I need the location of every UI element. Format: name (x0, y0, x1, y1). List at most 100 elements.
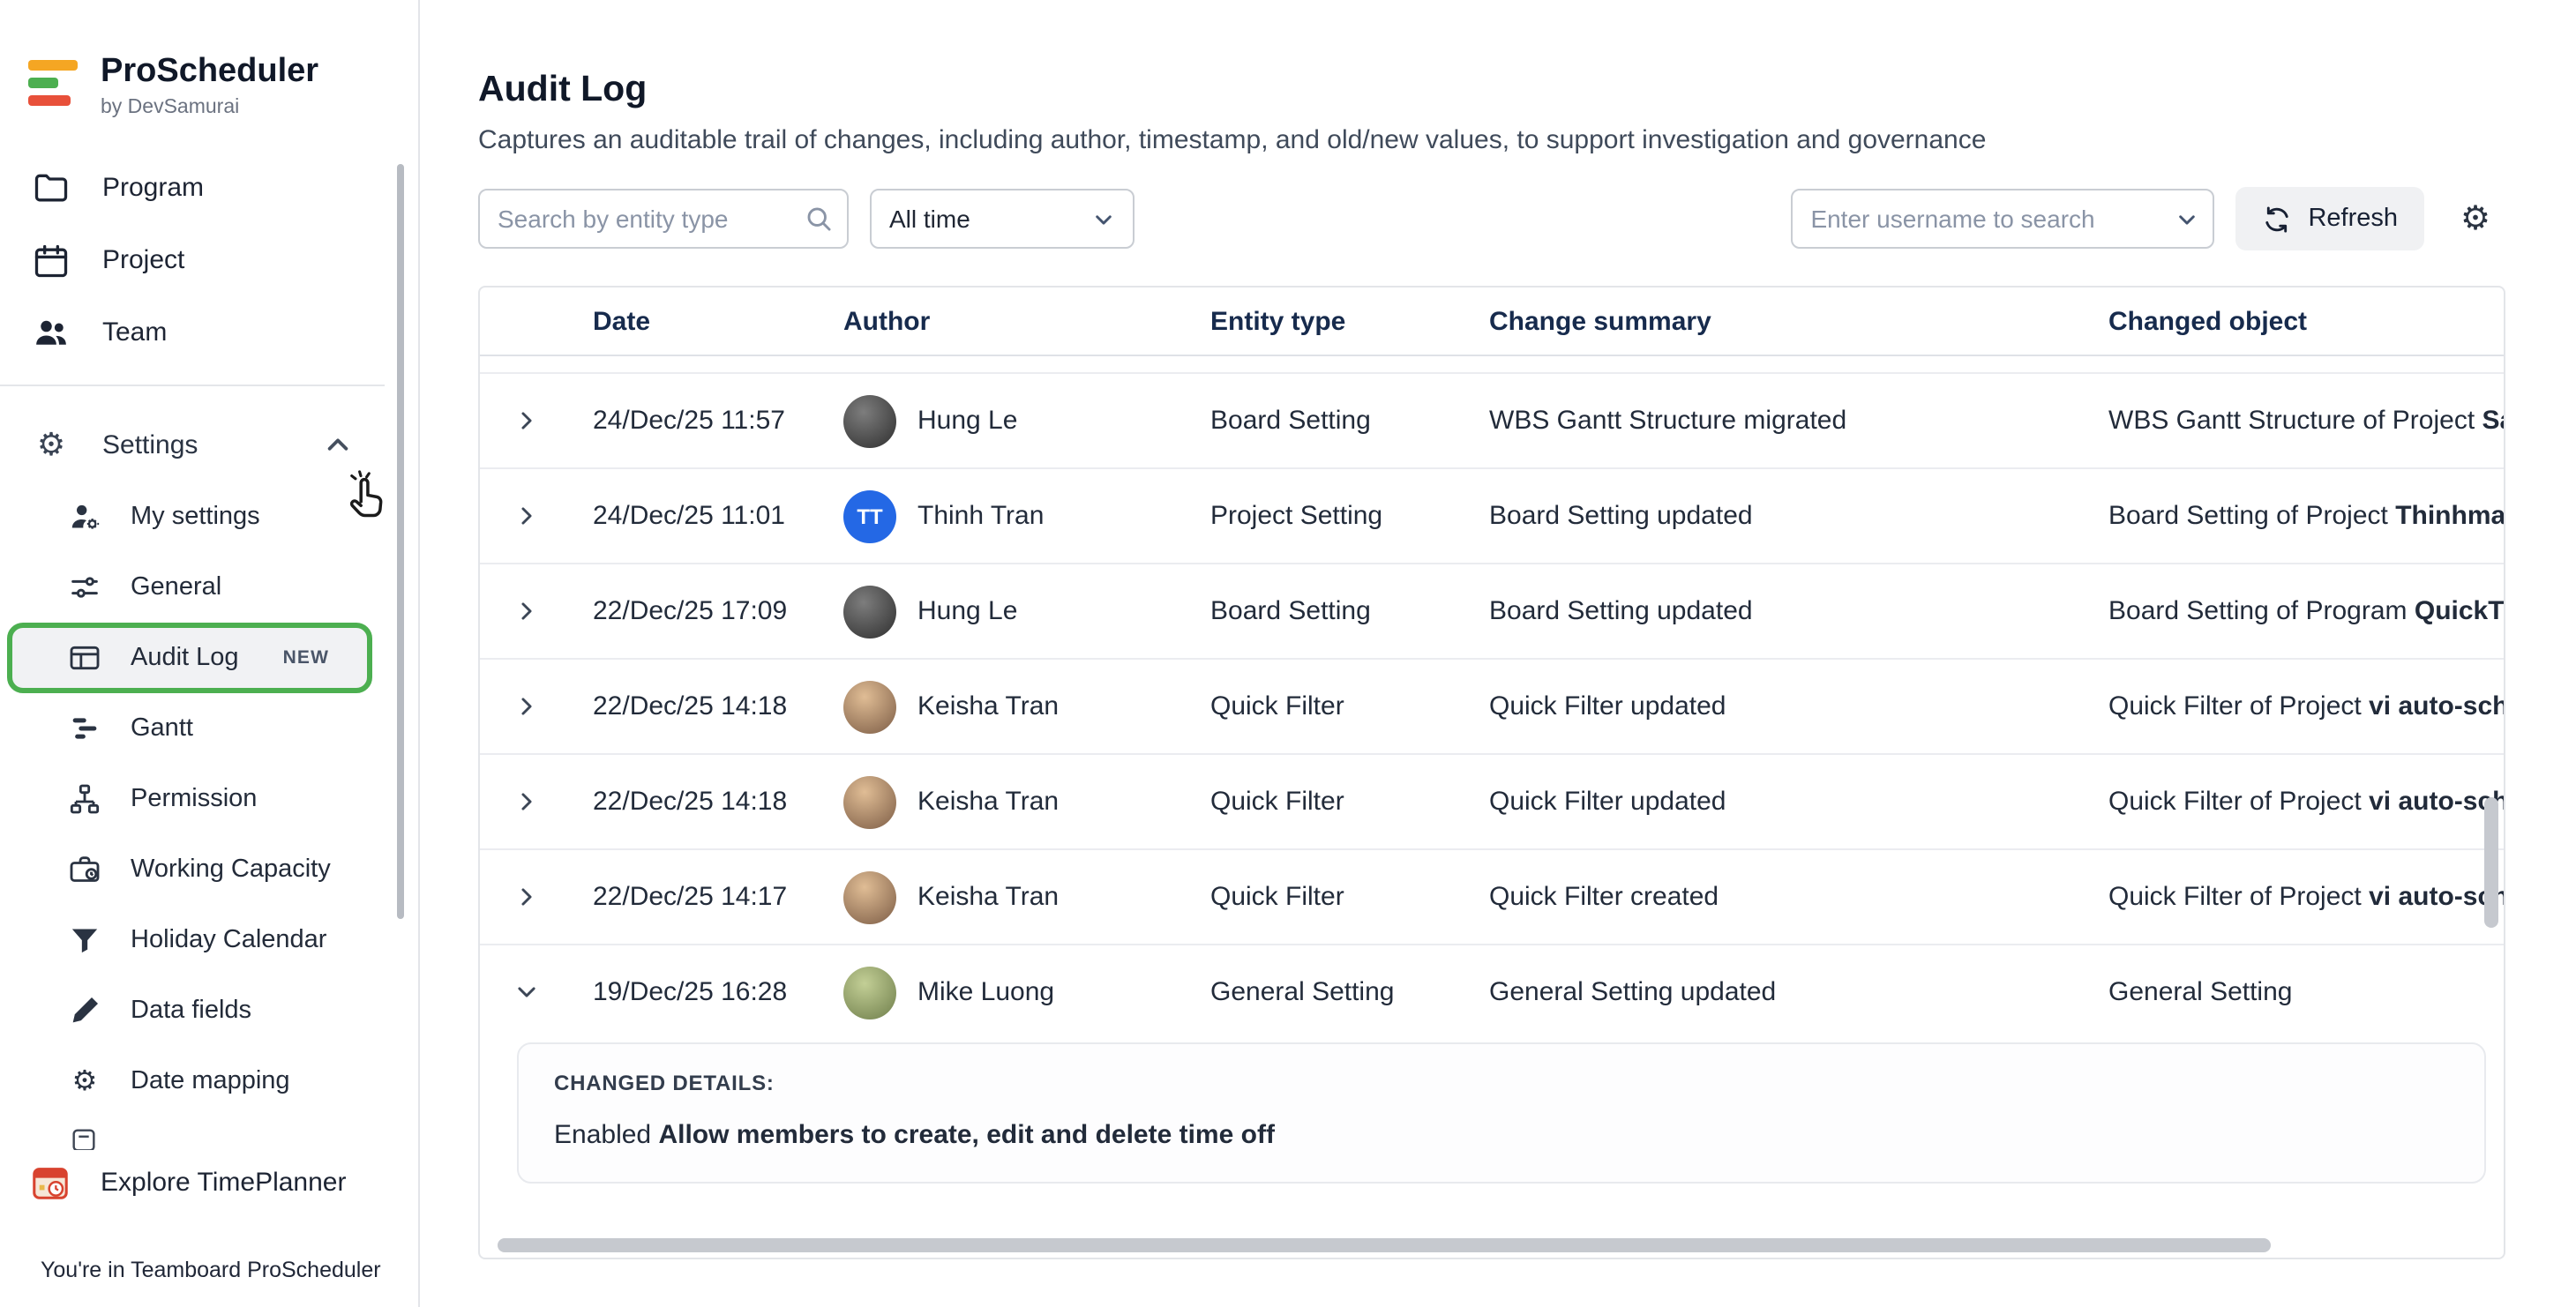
time-filter-value: All time (889, 205, 970, 233)
sidebar-item-label: Project (102, 245, 184, 275)
table-horizontal-scrollbar[interactable] (498, 1238, 2271, 1252)
cell-author: Hung Le (843, 394, 1210, 447)
timeplanner-icon (30, 1162, 71, 1203)
gantt-bars-icon (67, 711, 102, 746)
sidebar-item-team[interactable]: Team (0, 296, 418, 369)
time-filter-select[interactable]: All time (870, 189, 1134, 249)
expand-row-button[interactable] (515, 885, 593, 908)
table-header: Date Author Entity type Change summary C… (480, 288, 2504, 356)
clipped-menu-icon (69, 1125, 418, 1150)
table-row[interactable]: 22/Dec/25 14:18 Keisha Tran Quick Filter… (480, 755, 2504, 850)
sidebar-item-date-mapping[interactable]: ⚙ Date mapping (0, 1046, 418, 1117)
sidebar-item-permission[interactable]: Permission (0, 764, 418, 834)
app-subtitle: by DevSamurai (101, 97, 318, 118)
hand-cursor-icon (339, 469, 393, 524)
cell-author: Mike Luong (843, 966, 1210, 1019)
expand-row-button[interactable] (515, 504, 593, 527)
app-title: ProScheduler (101, 53, 318, 92)
username-search-input[interactable] (1791, 189, 2214, 249)
sidebar-item-audit-log[interactable]: Audit Log NEW (7, 623, 372, 693)
chevron-down-icon[interactable] (2175, 205, 2198, 231)
sidebar-item-holiday-calendar[interactable]: Holiday Calendar (0, 905, 418, 975)
sidebar-item-label: Holiday Calendar (131, 926, 326, 954)
refresh-icon (2262, 204, 2292, 234)
cell-change-summary: Quick Filter created (1489, 882, 2108, 912)
audit-log-icon (67, 640, 102, 676)
avatar (843, 870, 896, 923)
sidebar-item-label: My settings (131, 503, 260, 531)
table-row[interactable]: 22/Dec/25 14:17 Keisha Tran Quick Filter… (480, 850, 2504, 945)
avatar (843, 966, 896, 1019)
cell-entity-type: Board Setting (1210, 596, 1489, 626)
cell-date: 22/Dec/25 14:18 (593, 691, 843, 721)
cell-entity-type: Quick Filter (1210, 691, 1489, 721)
changed-details-label: CHANGED DETAILS: (554, 1071, 2449, 1095)
sidebar-item-project[interactable]: Project (0, 224, 418, 296)
expand-row-button[interactable] (515, 409, 593, 432)
table-row[interactable]: 22/Dec/25 14:18 Keisha Tran Quick Filter… (480, 660, 2504, 755)
workspace-status-text: You're in Teamboard ProScheduler (41, 1258, 381, 1282)
changed-details-panel: CHANGED DETAILS: Enabled Allow members t… (517, 1042, 2486, 1184)
entity-search-input[interactable] (478, 189, 849, 249)
cell-changed-object: Board Setting of Program QuickTNA (2108, 596, 2504, 626)
expand-row-button[interactable] (515, 790, 593, 813)
sidebar: ProScheduler by DevSamurai Program Proje… (0, 0, 420, 1307)
sidebar-item-explore-timeplanner[interactable]: Explore TimePlanner (0, 1162, 418, 1203)
proscheduler-logo-icon (28, 53, 78, 106)
table-settings-button[interactable]: ⚙ (2445, 189, 2505, 249)
people-icon (32, 312, 71, 353)
calendar-icon (32, 241, 71, 280)
cell-entity-type: Quick Filter (1210, 882, 1489, 912)
pencil-icon (67, 993, 102, 1028)
scrolled-row-sliver (480, 356, 2504, 374)
cell-change-summary: Quick Filter updated (1489, 691, 2108, 721)
expand-row-button[interactable] (515, 695, 593, 718)
column-header-change-summary: Change summary (1489, 306, 2108, 336)
cell-author: Hung Le (843, 585, 1210, 638)
sidebar-item-label: Explore TimePlanner (101, 1168, 346, 1198)
cell-entity-type: Board Setting (1210, 406, 1489, 436)
sidebar-item-gantt[interactable]: Gantt (0, 693, 418, 764)
cell-entity-type: General Setting (1210, 977, 1489, 1007)
table-row[interactable]: 24/Dec/25 11:01 TTThinh Tran Project Set… (480, 469, 2504, 564)
refresh-button[interactable]: Refresh (2235, 187, 2424, 250)
changed-details-text: Enabled Allow members to create, edit an… (554, 1120, 2449, 1150)
cell-date: 24/Dec/25 11:57 (593, 406, 843, 436)
sidebar-item-label: Audit Log (131, 644, 239, 672)
table-row-expanded[interactable]: 19/Dec/25 16:28 Mike Luong General Setti… (480, 945, 2504, 1039)
hierarchy-icon (67, 781, 102, 817)
avatar (843, 394, 896, 447)
cell-date: 24/Dec/25 11:01 (593, 501, 843, 531)
sidebar-scrollbar[interactable] (397, 164, 404, 919)
cell-change-summary: General Setting updated (1489, 977, 2108, 1007)
cell-author: Keisha Tran (843, 680, 1210, 733)
chevron-up-icon[interactable] (325, 431, 351, 458)
sidebar-item-label: Data fields (131, 997, 251, 1025)
sidebar-item-general[interactable]: General (0, 552, 418, 623)
sidebar-item-program[interactable]: Program (0, 152, 418, 224)
cell-change-summary: Board Setting updated (1489, 501, 2108, 531)
gear-icon: ⚙ (67, 1064, 102, 1099)
cell-author: TTThinh Tran (843, 489, 1210, 542)
column-header-date: Date (593, 306, 843, 336)
sidebar-item-working-capacity[interactable]: Working Capacity (0, 834, 418, 905)
avatar (843, 775, 896, 828)
sidebar-item-data-fields[interactable]: Data fields (0, 975, 418, 1046)
entity-search (478, 189, 849, 249)
search-icon (805, 205, 833, 233)
expand-row-button[interactable] (515, 600, 593, 623)
cell-changed-object: Quick Filter of Project vi auto-sched (2108, 691, 2504, 721)
cell-date: 22/Dec/25 17:09 (593, 596, 843, 626)
table-vertical-scrollbar[interactable] (2484, 797, 2498, 928)
column-header-changed-object: Changed object (2108, 306, 2504, 336)
table-row[interactable]: 22/Dec/25 17:09 Hung Le Board Setting Bo… (480, 564, 2504, 660)
cell-author: Keisha Tran (843, 775, 1210, 828)
audit-log-table: Date Author Entity type Change summary C… (478, 286, 2505, 1259)
collapse-row-button[interactable] (515, 981, 593, 1004)
filter-toolbar: All time (478, 187, 2505, 250)
gear-icon: ⚙ (32, 426, 71, 463)
avatar (843, 585, 896, 638)
app-logo: ProScheduler by DevSamurai (0, 0, 418, 118)
folder-icon (32, 168, 71, 207)
table-row[interactable]: 24/Dec/25 11:57 Hung Le Board Setting WB… (480, 374, 2504, 469)
